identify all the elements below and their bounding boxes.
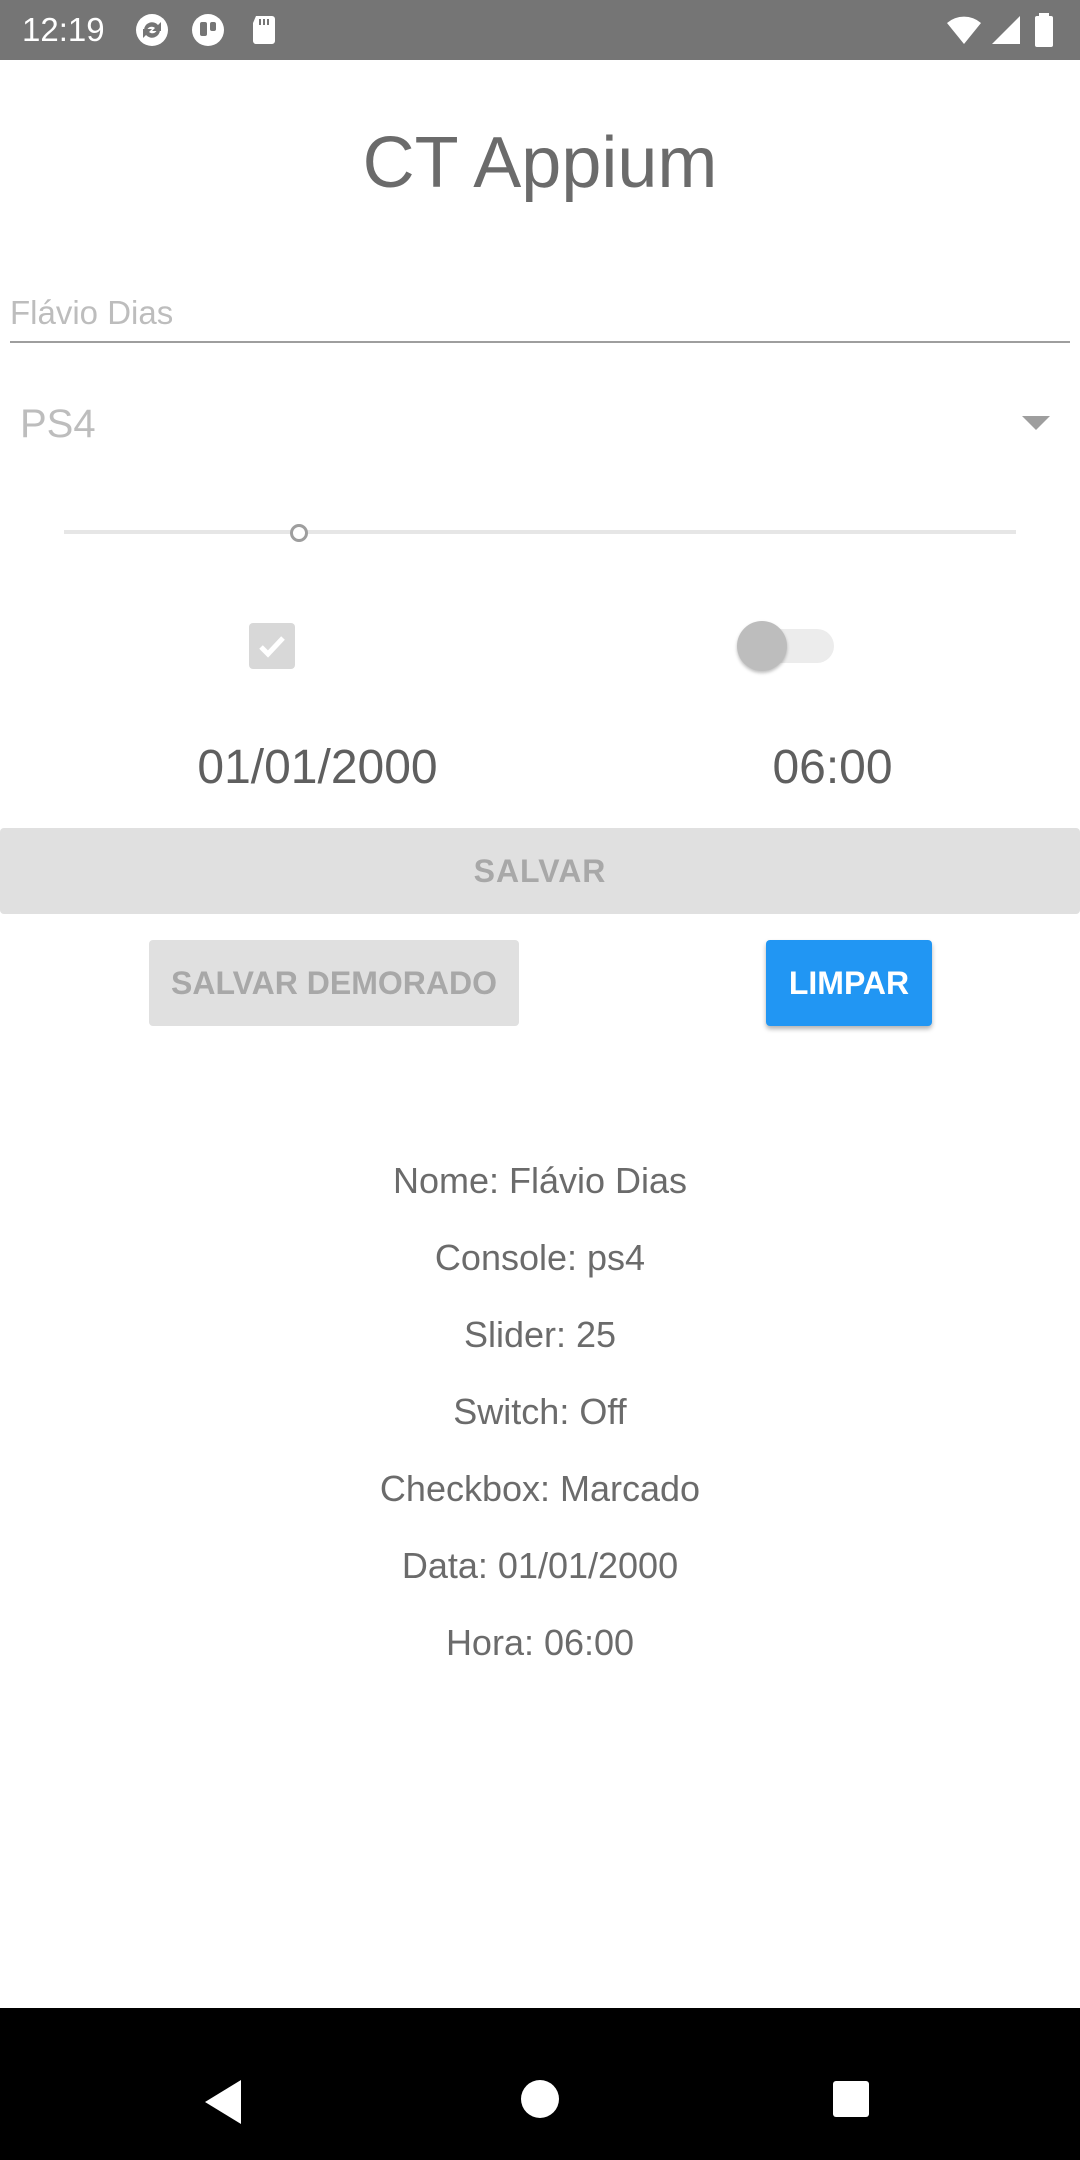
- result-name: Nome: Flávio Dias: [392, 1160, 688, 1201]
- date-picker-text[interactable]: 01/01/2000: [140, 740, 495, 795]
- clear-button[interactable]: LIMPAR: [766, 940, 932, 1026]
- time-picker-text[interactable]: 06:00: [720, 740, 945, 795]
- sd-card-icon: [246, 12, 282, 48]
- result-switch: Switch: Off: [453, 1391, 627, 1432]
- pocket-icon: [190, 12, 226, 48]
- console-select-value: PS4: [20, 402, 96, 446]
- checkmark-icon: [259, 636, 285, 658]
- result-slider: Slider: 25: [463, 1314, 617, 1355]
- dropdown-arrow-icon: [1022, 416, 1050, 430]
- result-checkbox: Checkbox: Marcado: [379, 1468, 701, 1509]
- save-delayed-button[interactable]: SALVAR DEMORADO: [149, 940, 519, 1026]
- battery-icon: [1032, 12, 1056, 48]
- app-title: CT Appium: [362, 123, 718, 203]
- results-list: Nome: Flávio Dias Console: ps4 Slider: 2…: [0, 1155, 1080, 1694]
- slider-thumb[interactable]: [290, 524, 308, 542]
- result-console: Console: ps4: [434, 1237, 646, 1278]
- result-time: Hora: 06:00: [445, 1622, 635, 1663]
- recents-icon[interactable]: [833, 2081, 869, 2117]
- console-select[interactable]: PS4: [20, 390, 1060, 460]
- home-icon[interactable]: [521, 2080, 559, 2118]
- save-button[interactable]: SALVAR: [0, 828, 1080, 914]
- sync-icon: [134, 12, 170, 48]
- slider-track[interactable]: [64, 530, 1016, 534]
- back-icon[interactable]: [205, 2080, 241, 2124]
- checkbox[interactable]: [249, 623, 295, 669]
- signal-icon: [988, 12, 1024, 48]
- wifi-icon: [946, 12, 982, 48]
- status-time: 12:19: [22, 11, 105, 48]
- name-input[interactable]: [10, 285, 1070, 343]
- switch-thumb[interactable]: [737, 621, 787, 671]
- result-date: Data: 01/01/2000: [401, 1545, 679, 1586]
